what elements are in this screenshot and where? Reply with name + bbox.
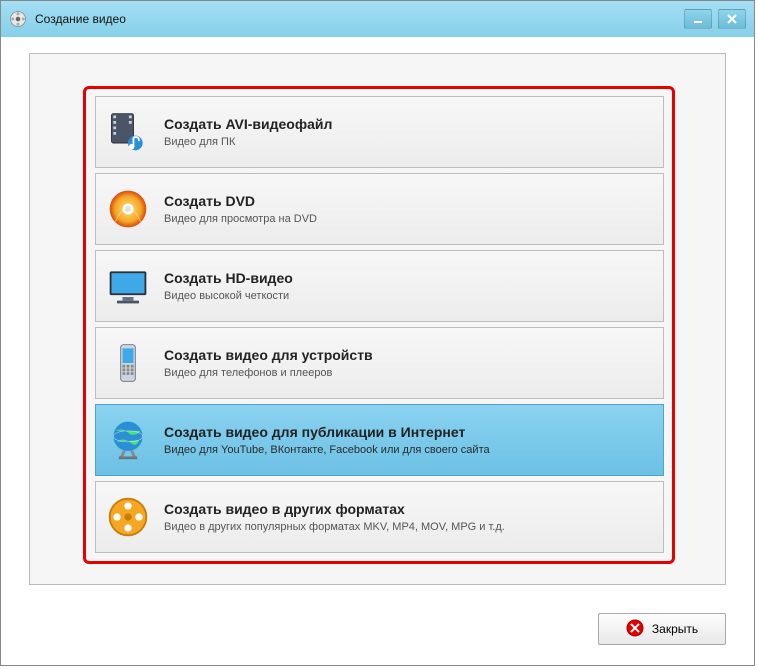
option-title: Создать видео в других форматах xyxy=(164,501,653,517)
globe-icon xyxy=(106,418,150,462)
option-avi[interactable]: Создать AVI-видеофайл Видео для ПК xyxy=(95,96,664,168)
option-other-formats[interactable]: Создать видео в других форматах Видео в … xyxy=(95,481,664,553)
option-subtitle: Видео высокой четкости xyxy=(164,290,653,302)
option-subtitle: Видео для телефонов и плееров xyxy=(164,367,653,379)
window-title: Создание видео xyxy=(35,12,126,26)
footer: Закрыть xyxy=(598,613,726,645)
option-title: Создать видео для публикации в Интернет xyxy=(164,424,653,440)
option-texts: Создать видео в других форматах Видео в … xyxy=(164,501,653,533)
close-button-label: Закрыть xyxy=(652,622,698,636)
monitor-icon xyxy=(106,264,150,308)
close-button[interactable]: Закрыть xyxy=(598,613,726,645)
option-texts: Создать видео для устройств Видео для те… xyxy=(164,347,653,379)
option-devices[interactable]: Создать видео для устройств Видео для те… xyxy=(95,327,664,399)
option-texts: Создать видео для публикации в Интернет … xyxy=(164,424,653,456)
option-title: Создать DVD xyxy=(164,193,653,209)
video-creation-window: Создание видео xyxy=(0,0,755,666)
option-subtitle: Видео в других популярных форматах MKV, … xyxy=(164,521,653,533)
option-title: Создать AVI-видеофайл xyxy=(164,116,653,132)
option-subtitle: Видео для ПК xyxy=(164,136,653,148)
window-controls xyxy=(684,9,746,29)
close-window-button[interactable] xyxy=(718,9,746,29)
option-internet[interactable]: Создать видео для публикации в Интернет … xyxy=(95,404,664,476)
option-title: Создать видео для устройств xyxy=(164,347,653,363)
option-texts: Создать HD-видео Видео высокой четкости xyxy=(164,270,653,302)
option-texts: Создать AVI-видеофайл Видео для ПК xyxy=(164,116,653,148)
option-hd[interactable]: Создать HD-видео Видео высокой четкости xyxy=(95,250,664,322)
close-red-icon xyxy=(626,619,644,640)
option-subtitle: Видео для просмотра на DVD xyxy=(164,213,653,225)
titlebar: Создание видео xyxy=(1,1,754,37)
option-subtitle: Видео для YouTube, ВКонтакте, Facebook и… xyxy=(164,444,653,456)
mobile-phone-icon xyxy=(106,341,150,385)
option-dvd[interactable]: Создать DVD Видео для просмотра на DVD xyxy=(95,173,664,245)
minimize-button[interactable] xyxy=(684,9,712,29)
dvd-disc-icon xyxy=(106,187,150,231)
option-texts: Создать DVD Видео для просмотра на DVD xyxy=(164,193,653,225)
film-reel-icon xyxy=(106,495,150,539)
option-list: Создать AVI-видеофайл Видео для ПК Созда… xyxy=(95,96,664,558)
app-icon xyxy=(9,10,27,28)
option-title: Создать HD-видео xyxy=(164,270,653,286)
film-music-icon xyxy=(106,110,150,154)
